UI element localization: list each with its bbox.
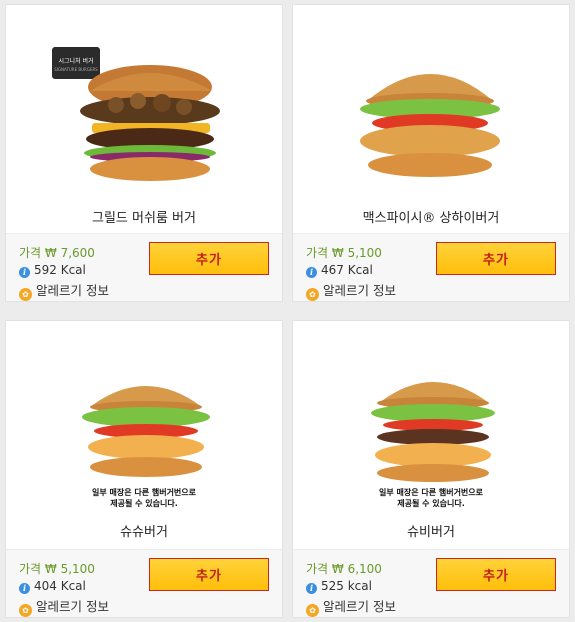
bun-notice: 일부 매장은 다른 햄버거번으로 제공될 수 있습니다.: [378, 488, 484, 508]
product-card[interactable]: 일부 매장은 다른 햄버거번으로 제공될 수 있습니다. 슈비버거 가격 ₩ 6…: [292, 320, 570, 618]
product-image[interactable]: 일부 매장은 다른 햄버거번으로 제공될 수 있습니다.: [293, 321, 569, 549]
product-image[interactable]: 일부 매장은 다른 햄버거번으로 제공될 수 있습니다.: [6, 321, 282, 549]
allergy-icon: ✿: [19, 288, 32, 301]
price: 가격 ₩ 6,100: [306, 562, 382, 576]
burger-mushroom-icon: [80, 65, 220, 181]
burger-shrimp-icon: [82, 386, 210, 477]
allergy-info-link[interactable]: ✿ 알레르기 정보: [19, 280, 109, 301]
allergy-info-link[interactable]: ✿ 알레르기 정보: [306, 596, 396, 617]
info-icon: i: [306, 267, 317, 278]
product-card[interactable]: 시그니처 버거 SIGNATURE BURGERS 그릴드 머쉬룸 버거 가격 …: [5, 4, 283, 302]
allergy-icon: ✿: [306, 288, 319, 301]
card-footer: 가격 ₩ 7,600 i 592 Kcal ✿ 알레르기 정보 추가: [6, 233, 282, 301]
product-name: 그릴드 머쉬룸 버거: [92, 211, 196, 226]
product-name: 슈슈버거: [120, 525, 168, 540]
calories: i 404 Kcal: [19, 579, 86, 594]
price: 가격 ₩ 5,100: [306, 246, 382, 260]
allergy-info-link[interactable]: ✿ 알레르기 정보: [19, 596, 109, 617]
card-footer: 가격 ₩ 5,100 i 404 Kcal ✿ 알레르기 정보 추가: [6, 549, 282, 617]
info-icon: i: [19, 267, 30, 278]
price: 가격 ₩ 5,100: [19, 562, 95, 576]
calories: i 467 Kcal: [306, 263, 373, 278]
burger-shrimp-beef-icon: [371, 382, 495, 482]
add-button[interactable]: 추가: [149, 242, 269, 275]
card-footer: 가격 ₩ 6,100 i 525 kcal ✿ 알레르기 정보 추가: [293, 549, 569, 617]
add-button[interactable]: 추가: [436, 242, 556, 275]
card-footer: 가격 ₩ 5,100 i 467 Kcal ✿ 알레르기 정보 추가: [293, 233, 569, 301]
product-name: 슈비버거: [407, 525, 455, 540]
product-image[interactable]: 시그니처 버거 SIGNATURE BURGERS: [6, 5, 282, 233]
allergy-info-link[interactable]: ✿ 알레르기 정보: [306, 280, 396, 301]
calories: i 525 kcal: [306, 579, 372, 594]
product-card[interactable]: 일부 매장은 다른 햄버거번으로 제공될 수 있습니다. 슈슈버거 가격 ₩ 5…: [5, 320, 283, 618]
add-button[interactable]: 추가: [436, 558, 556, 591]
allergy-icon: ✿: [19, 604, 32, 617]
price: 가격 ₩ 7,600: [19, 246, 95, 260]
info-icon: i: [306, 583, 317, 594]
calories: i 592 Kcal: [19, 263, 86, 278]
product-name: 맥스파이시® 상하이버거: [362, 211, 500, 226]
bun-notice: 일부 매장은 다른 햄버거번으로 제공될 수 있습니다.: [91, 488, 197, 508]
info-icon: i: [19, 583, 30, 594]
allergy-icon: ✿: [306, 604, 319, 617]
burger-chicken-icon: [360, 74, 500, 177]
add-button[interactable]: 추가: [149, 558, 269, 591]
product-image[interactable]: [293, 5, 569, 233]
product-card[interactable]: 맥스파이시® 상하이버거 가격 ₩ 5,100 i 467 Kcal ✿ 알레르기 …: [292, 4, 570, 302]
